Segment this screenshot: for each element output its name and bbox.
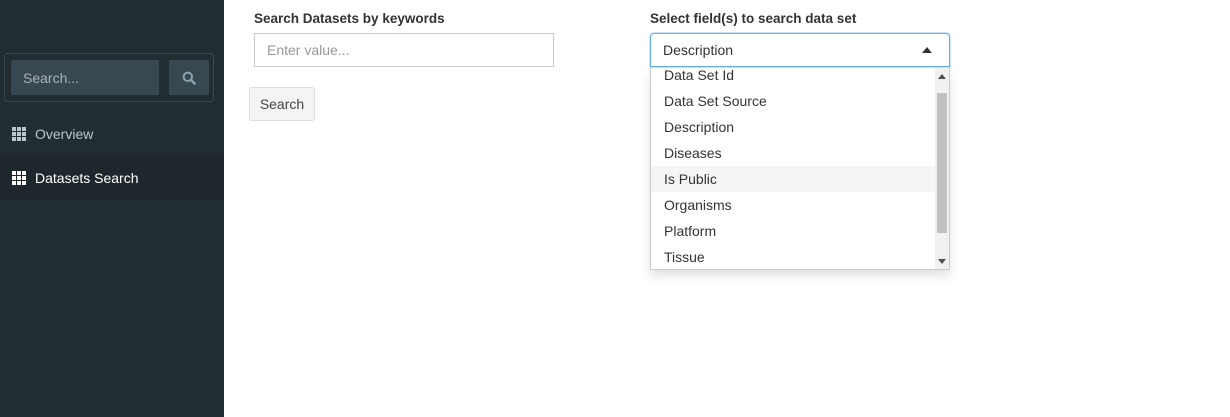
search-icon bbox=[182, 71, 196, 85]
keywords-input[interactable] bbox=[254, 33, 554, 67]
sidebar-search-input[interactable] bbox=[11, 60, 159, 95]
fields-select[interactable]: Description bbox=[650, 33, 950, 67]
fields-label: Select field(s) to search data set bbox=[650, 11, 857, 26]
th-icon bbox=[12, 127, 26, 141]
sidebar-search-form bbox=[4, 53, 214, 102]
sidebar-search-button[interactable] bbox=[169, 60, 209, 95]
option-tissue[interactable]: Tissue bbox=[651, 244, 936, 269]
sidebar-item-label: Datasets Search bbox=[35, 170, 139, 186]
sidebar-item-overview[interactable]: Overview bbox=[0, 112, 224, 156]
sidebar-item-label: Overview bbox=[35, 126, 94, 142]
option-platform[interactable]: Platform bbox=[651, 218, 936, 244]
sidebar-item-datasets-search[interactable]: Datasets Search bbox=[0, 156, 224, 200]
search-button[interactable]: Search bbox=[249, 87, 315, 121]
option-data-set-source[interactable]: Data Set Source bbox=[651, 88, 936, 114]
scrollbar-thumb[interactable] bbox=[937, 93, 947, 233]
fields-options-list: Data Set Id Data Set Source Description … bbox=[651, 68, 936, 269]
caret-up-icon bbox=[922, 47, 932, 53]
fields-dropdown: Data Set Id Data Set Source Description … bbox=[650, 68, 950, 270]
fields-select-value: Description bbox=[663, 42, 734, 58]
scroll-down-arrow-icon[interactable] bbox=[938, 259, 946, 264]
dropdown-scrollbar[interactable] bbox=[935, 68, 949, 269]
keywords-label: Search Datasets by keywords bbox=[254, 11, 445, 26]
option-is-public[interactable]: Is Public bbox=[651, 166, 936, 192]
option-data-set-id[interactable]: Data Set Id bbox=[651, 68, 936, 88]
scroll-up-arrow-icon[interactable] bbox=[938, 74, 946, 79]
th-icon bbox=[12, 171, 26, 185]
option-diseases[interactable]: Diseases bbox=[651, 140, 936, 166]
sidebar: Overview Datasets Search bbox=[0, 0, 224, 417]
option-description[interactable]: Description bbox=[651, 114, 936, 140]
option-organisms[interactable]: Organisms bbox=[651, 192, 936, 218]
